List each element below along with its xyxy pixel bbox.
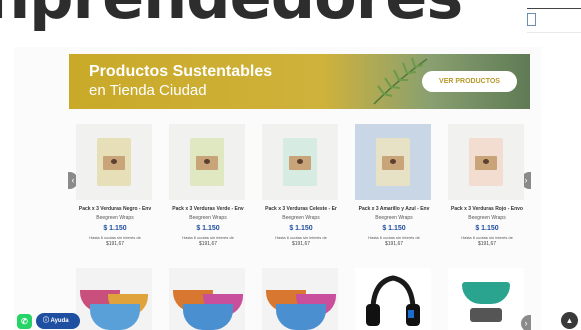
- installments-text: Hasta 6 cuotas sin interés de: [182, 235, 234, 240]
- promo-banner[interactable]: Productos Sustentables en Tienda Ciudad …: [69, 54, 530, 109]
- banner-title: Productos Sustentables: [89, 63, 273, 80]
- product-image[interactable]: [76, 124, 152, 200]
- help-button[interactable]: ⓘ Ayuda: [36, 313, 80, 329]
- wrap-pack-image: [283, 138, 317, 186]
- installments-text: Hasta 6 cuotas sin interés de: [368, 235, 420, 240]
- product-brand: Beegreen Wraps: [468, 215, 506, 221]
- view-products-button[interactable]: VER PRODUCTOS: [422, 71, 517, 92]
- help-label: Ayuda: [50, 318, 69, 324]
- product-image[interactable]: [355, 124, 431, 200]
- wrap-pack-image: [469, 138, 503, 186]
- product-card[interactable]: Pack x 3 Verduras Rojo - Envo Beegreen W…: [448, 121, 526, 253]
- headset-icon: [366, 275, 420, 326]
- product-card[interactable]: Pack x 3 Verduras Celeste - Er Beegreen …: [262, 121, 340, 253]
- product-card[interactable]: Pack x 3 Verduras Verde - Env Beegreen W…: [169, 121, 247, 253]
- product-card[interactable]: Pack x 3 Amarillo y Azul - Env Beegreen …: [355, 121, 433, 253]
- product-image[interactable]: [448, 268, 524, 330]
- product-image[interactable]: [355, 268, 431, 330]
- product-carousel-second-row: [76, 268, 526, 330]
- installment-value: $191,67: [291, 241, 311, 247]
- wrap-pack-image: [97, 138, 131, 186]
- chevron-up-icon: ▲: [565, 316, 574, 325]
- installment-value: $191,67: [477, 241, 497, 247]
- page: nprendedores Productos Sustentables en T…: [0, 0, 581, 330]
- product-card[interactable]: Pack x 3 Verduras Negro - Env Beegreen W…: [76, 121, 154, 253]
- wrap-pack-image: [376, 138, 410, 186]
- product-name[interactable]: Pack x 3 Amarillo y Azul - Env: [351, 206, 437, 212]
- page-heading: nprendedores: [0, 0, 463, 33]
- product-price: $ 1.150: [382, 225, 406, 232]
- product-name[interactable]: Pack x 3 Verduras Celeste - Er: [258, 206, 344, 212]
- whatsapp-icon[interactable]: ✆: [17, 314, 32, 329]
- product-name[interactable]: Pack x 3 Verduras Verde - Env: [165, 206, 251, 212]
- installments-text: Hasta 6 cuotas sin interés de: [461, 235, 513, 240]
- carousel-next-button-row2[interactable]: ›: [521, 315, 531, 330]
- installments-text: Hasta 6 cuotas sin interés de: [89, 235, 141, 240]
- product-image[interactable]: [262, 268, 338, 330]
- product-image[interactable]: [262, 124, 338, 200]
- installments-text: Hasta 6 cuotas sin interés de: [275, 235, 327, 240]
- product-price: $ 1.150: [103, 225, 127, 232]
- product-price: $ 1.150: [196, 225, 220, 232]
- scroll-top-button[interactable]: ▲: [561, 312, 578, 329]
- product-brand: Beegreen Wraps: [375, 215, 413, 221]
- product-image[interactable]: [169, 124, 245, 200]
- installment-value: $191,67: [384, 241, 404, 247]
- divider: [527, 8, 581, 9]
- product-brand: Beegreen Wraps: [189, 215, 227, 221]
- product-name[interactable]: Pack x 3 Verduras Rojo - Envo: [444, 206, 530, 212]
- product-carousel: Pack x 3 Verduras Negro - Env Beegreen W…: [76, 121, 526, 261]
- product-brand: Beegreen Wraps: [96, 215, 134, 221]
- installment-value: $191,67: [105, 241, 125, 247]
- installment-value: $191,67: [198, 241, 218, 247]
- wrap-pack-image: [190, 138, 224, 186]
- product-image[interactable]: [76, 268, 152, 330]
- product-image[interactable]: [169, 268, 245, 330]
- product-image[interactable]: [448, 124, 524, 200]
- fern-icon: [373, 57, 428, 105]
- header-control[interactable]: [527, 13, 536, 26]
- divider: [527, 32, 581, 33]
- banner-subtitle: en Tienda Ciudad: [89, 82, 207, 99]
- product-price: $ 1.150: [289, 225, 313, 232]
- product-brand: Beegreen Wraps: [282, 215, 320, 221]
- product-name[interactable]: Pack x 3 Verduras Negro - Env: [72, 206, 158, 212]
- product-price: $ 1.150: [475, 225, 499, 232]
